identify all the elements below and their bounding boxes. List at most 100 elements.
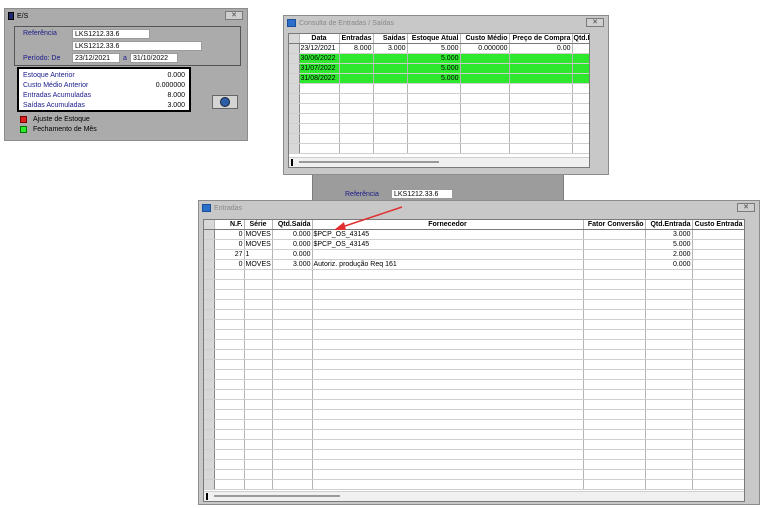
empty-cell <box>312 369 584 380</box>
column-header[interactable]: Saídas <box>373 34 408 44</box>
empty-row[interactable] <box>289 123 589 134</box>
entradas-horizontal-scrollbar[interactable] <box>204 491 744 501</box>
consulta-titlebar[interactable]: Consulta de Entradas / Saídas ✕ <box>284 16 608 30</box>
empty-row[interactable] <box>204 479 744 490</box>
referencia-input[interactable]: LKS1212.33.6 <box>72 29 150 39</box>
empty-cell <box>299 113 340 124</box>
empty-row[interactable] <box>204 319 744 330</box>
column-header[interactable]: Entradas <box>339 34 374 44</box>
consulta-grid[interactable]: Data Entradas Saídas Estoque Atual Custo… <box>288 33 590 168</box>
cell-qtd-entrada: 2.000 <box>645 249 693 260</box>
row-indicator <box>204 299 215 310</box>
empty-row[interactable] <box>204 459 744 470</box>
es-titlebar[interactable]: E/S ✕ <box>5 9 247 23</box>
middle-referencia-input[interactable]: LKS1212.33.6 <box>391 189 453 199</box>
entradas-titlebar[interactable]: Entradas ✕ <box>199 201 759 215</box>
column-header[interactable]: Série <box>244 220 273 230</box>
empty-row[interactable] <box>204 369 744 380</box>
column-header[interactable]: Qtd.Entrada <box>645 220 693 230</box>
empty-cell <box>312 419 584 430</box>
empty-cell <box>645 339 693 350</box>
empty-cell <box>583 369 646 380</box>
es-close-button[interactable]: ✕ <box>225 11 243 20</box>
table-row[interactable]: 27 1 0.000 2.000 <box>204 249 744 260</box>
consulta-window: Consulta de Entradas / Saídas ✕ Data Ent… <box>283 15 609 175</box>
row-indicator[interactable] <box>204 229 215 240</box>
cell-data: 23/12/2021 <box>299 43 340 54</box>
empty-cell <box>299 103 340 114</box>
table-row[interactable]: 31/08/2022 5.000 <box>289 73 589 84</box>
empty-row[interactable] <box>204 270 744 280</box>
empty-row[interactable] <box>204 379 744 390</box>
empty-row[interactable] <box>204 309 744 320</box>
empty-row[interactable] <box>204 409 744 420</box>
column-header[interactable]: Data <box>299 34 340 44</box>
periodo-de-input[interactable]: 23/12/2021 <box>72 53 120 63</box>
table-row[interactable]: 0 MOVES 0.000 $PCP_OS_43145 5.000 <box>204 239 744 250</box>
empty-cell <box>509 103 573 114</box>
empty-row[interactable] <box>289 103 589 114</box>
empty-row[interactable] <box>204 349 744 360</box>
column-header[interactable]: N.F. <box>214 220 245 230</box>
row-indicator[interactable] <box>289 43 300 54</box>
row-indicator <box>204 479 215 490</box>
row-indicator[interactable] <box>204 249 215 260</box>
referencia-description-field[interactable]: LKS1212.33.6 <box>72 41 202 51</box>
row-indicator[interactable] <box>289 73 300 84</box>
empty-row[interactable] <box>204 329 744 340</box>
row-indicator[interactable] <box>204 259 215 270</box>
consulta-close-button[interactable]: ✕ <box>586 18 604 27</box>
column-header[interactable]: Qtd.Saída <box>272 220 313 230</box>
row-indicator <box>204 349 215 360</box>
empty-row[interactable] <box>289 84 589 94</box>
empty-row[interactable] <box>204 289 744 300</box>
table-row[interactable]: 31/07/2022 5.000 <box>289 63 589 74</box>
empty-row[interactable] <box>204 339 744 350</box>
empty-row[interactable] <box>204 469 744 480</box>
table-row[interactable]: 0 MOVES 0.000 $PCP_OS_43145 3.000 <box>204 229 744 240</box>
empty-row[interactable] <box>204 429 744 440</box>
empty-row[interactable] <box>204 399 744 410</box>
column-header[interactable]: Preço de Compra <box>509 34 573 44</box>
column-header[interactable]: Qtd.E <box>572 34 589 44</box>
periodo-ate-input[interactable]: 31/10/2022 <box>130 53 178 63</box>
row-indicator <box>204 449 215 460</box>
empty-row[interactable] <box>204 359 744 370</box>
empty-row[interactable] <box>289 113 589 124</box>
green-square-icon <box>20 126 27 133</box>
table-row[interactable]: 0 MOVES 3.000 Autoriz. produção Req 161 … <box>204 259 744 270</box>
table-row[interactable]: 23/12/2021 8.000 3.000 5.000 0.000000 0.… <box>289 43 589 54</box>
consulta-horizontal-scrollbar[interactable] <box>289 157 589 167</box>
empty-row[interactable] <box>204 279 744 290</box>
empty-row[interactable] <box>204 449 744 460</box>
empty-row[interactable] <box>204 389 744 400</box>
row-indicator[interactable] <box>289 63 300 74</box>
empty-row[interactable] <box>204 419 744 430</box>
entradas-grid[interactable]: N.F. Série Qtd.Saída Fornecedor Fator Co… <box>203 219 745 502</box>
empty-row[interactable] <box>204 439 744 450</box>
row-indicator[interactable] <box>204 239 215 250</box>
empty-cell <box>407 103 461 114</box>
empty-cell <box>645 469 693 480</box>
entradas-close-button[interactable]: ✕ <box>737 203 755 212</box>
empty-row[interactable] <box>289 143 589 154</box>
empty-cell <box>272 329 313 340</box>
empty-cell <box>373 133 408 144</box>
table-row[interactable]: 30/06/2022 5.000 <box>289 53 589 64</box>
column-header[interactable]: Custo Entrada <box>692 220 744 230</box>
scrollbar-thumb[interactable] <box>299 161 439 163</box>
empty-row[interactable] <box>289 133 589 144</box>
column-header[interactable]: Fator Conversão <box>583 220 646 230</box>
empty-row[interactable] <box>289 93 589 104</box>
cell-qtd-entrada: 3.000 <box>645 229 693 240</box>
cell-fator <box>583 259 646 270</box>
consulta-title: Consulta de Entradas / Saídas <box>299 19 394 27</box>
scrollbar-thumb[interactable] <box>214 495 340 497</box>
empty-cell <box>244 329 273 340</box>
refresh-button[interactable] <box>212 95 238 109</box>
empty-cell <box>312 449 584 460</box>
row-indicator[interactable] <box>289 53 300 64</box>
column-header[interactable]: Estoque Atual <box>407 34 461 44</box>
column-header[interactable]: Custo Médio <box>460 34 510 44</box>
empty-row[interactable] <box>204 299 744 310</box>
